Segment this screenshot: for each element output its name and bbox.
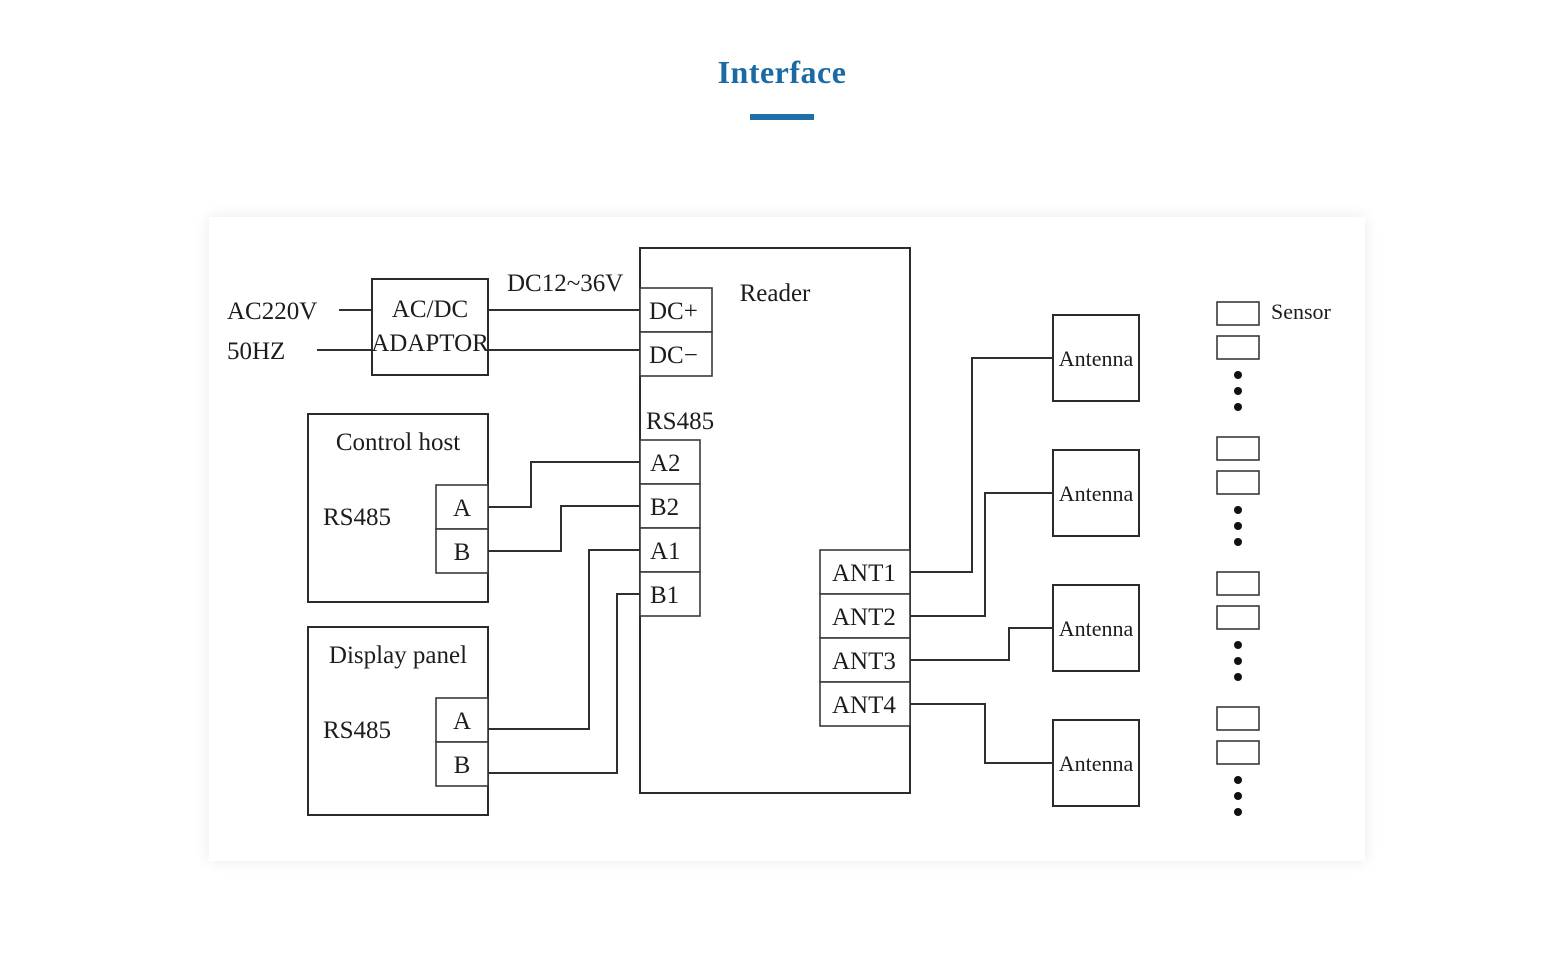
ac-dc-adaptor-box (371, 278, 489, 376)
sensor-box (1216, 605, 1260, 630)
display-panel-terminal-a-label: A (453, 708, 471, 735)
sensor-ellipsis-dot (1234, 371, 1242, 379)
label-adaptor-line1: AC/DC (392, 296, 468, 323)
label-50hz: 50HZ (227, 338, 285, 365)
sensor-ellipsis-dot (1234, 506, 1242, 514)
page-title: Interface (717, 54, 847, 90)
reader-terminal-ant2-label: ANT2 (832, 604, 896, 631)
reader-terminal-b2-label: B2 (650, 494, 679, 521)
antenna-label-4: Antenna (1059, 751, 1134, 776)
reader-terminal-dc-plus-label: DC+ (649, 298, 698, 325)
sensor-ellipsis-dot (1234, 522, 1242, 530)
sensor-ellipsis-dot (1234, 657, 1242, 665)
sensor-box (1216, 470, 1260, 495)
reader-terminal-ant1-label: ANT1 (832, 560, 896, 587)
page-root: Interface AC220V 50HZ AC/DC ADAPTOR DC12… (0, 0, 1564, 962)
interface-wiring-diagram: AC220V 50HZ AC/DC ADAPTOR DC12~36V Reade… (227, 247, 1332, 816)
reader-terminal-dc-minus-label: DC− (649, 342, 698, 369)
control-host-title: Control host (336, 429, 460, 456)
control-host-terminal-a-label: A (453, 495, 471, 522)
sensor-box (1216, 740, 1260, 765)
sensor-ellipsis-dot (1234, 641, 1242, 649)
wire-display-b-to-b1 (488, 593, 640, 774)
sensor-box (1216, 335, 1260, 360)
reader-title: Reader (740, 280, 811, 307)
wire-ant3-to-antenna3 (910, 627, 1053, 661)
display-panel-terminal-b-label: B (454, 752, 471, 779)
label-adaptor-line2: ADAPTOR (371, 330, 489, 357)
wire-ant1-to-antenna1 (910, 357, 1053, 573)
display-panel-title: Display panel (329, 642, 467, 669)
label-dc12-36v: DC12~36V (507, 270, 623, 297)
reader-terminal-ant3-label: ANT3 (832, 648, 896, 675)
sensor-box (1216, 706, 1260, 731)
antenna-label-3: Antenna (1059, 616, 1134, 641)
sensor-box (1216, 571, 1260, 596)
wire-ant2-to-antenna2 (910, 492, 1053, 617)
sensor-box (1216, 436, 1260, 461)
sensor-ellipsis-dot (1234, 403, 1242, 411)
reader-rs485-label: RS485 (646, 408, 714, 435)
control-host-rs485-label: RS485 (323, 504, 391, 531)
sensor-ellipsis-dot (1234, 808, 1242, 816)
wire-host-a-to-a2 (488, 461, 640, 508)
sensor-ellipsis-dot (1234, 387, 1242, 395)
wire-host-b-to-b2 (488, 505, 640, 552)
sensor-box (1216, 301, 1260, 326)
reader-terminal-ant4-label: ANT4 (832, 692, 896, 719)
control-host-terminal-b-label: B (454, 539, 471, 566)
reader-terminal-a2-label: A2 (650, 450, 681, 477)
page-title-block: Interface (0, 52, 1564, 120)
reader-terminal-a1-label: A1 (650, 538, 681, 565)
sensor-ellipsis-dot (1234, 538, 1242, 546)
title-underline-rule (750, 114, 814, 120)
reader-terminal-b1-label: B1 (650, 582, 679, 609)
sensor-label: Sensor (1271, 299, 1332, 324)
sensor-ellipsis-dot (1234, 673, 1242, 681)
label-ac220v: AC220V (227, 298, 317, 325)
sensor-ellipsis-dot (1234, 776, 1242, 784)
sensor-ellipsis-dot (1234, 792, 1242, 800)
antenna-label-2: Antenna (1059, 481, 1134, 506)
antenna-label-1: Antenna (1059, 346, 1134, 371)
display-panel-rs485-label: RS485 (323, 717, 391, 744)
wire-ant4-to-antenna4 (910, 703, 1053, 764)
